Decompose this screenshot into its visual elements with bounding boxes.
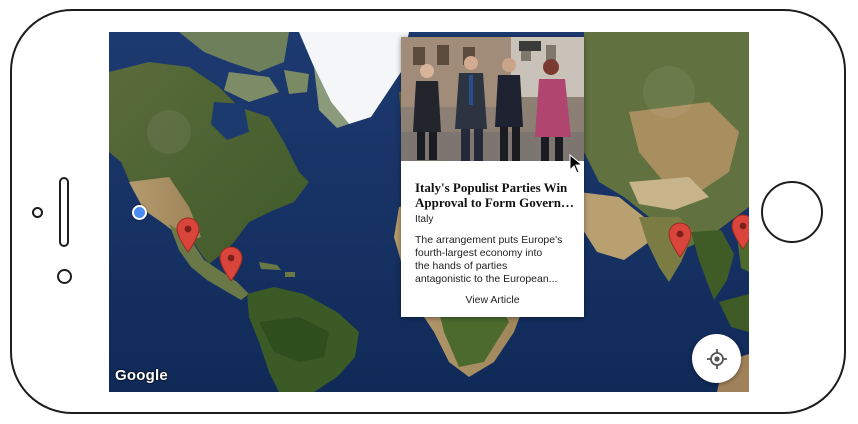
map-marker-icon[interactable] <box>668 222 692 258</box>
article-headline-line: Italy's Populist Parties Win <box>415 180 568 195</box>
article-card[interactable]: Italy's Populist Parties Win Approval to… <box>401 37 584 317</box>
google-logo: Google <box>115 367 168 384</box>
mouse-cursor-icon <box>569 154 583 174</box>
screenshot-stage: Google Italy's Populist Parties Win Appr… <box>0 0 858 424</box>
my-location-icon <box>706 348 727 369</box>
map-marker-icon[interactable] <box>731 214 749 250</box>
map-view[interactable]: Google Italy's Populist Parties Win Appr… <box>109 32 749 392</box>
phone-sensor <box>57 269 72 284</box>
article-section-label: Italy <box>415 214 434 225</box>
user-location-dot <box>132 205 147 220</box>
phone-speaker <box>59 177 69 247</box>
my-location-button[interactable] <box>692 334 741 383</box>
article-headline-line: Approval to Form Governm... <box>415 195 577 210</box>
article-summary-line: fourth-largest economy into <box>415 247 543 259</box>
map-marker-icon[interactable] <box>176 217 200 253</box>
article-headline: Italy's Populist Parties Win Approval to… <box>415 180 577 210</box>
view-article-button[interactable]: View Article <box>401 294 584 306</box>
map-marker-icon[interactable] <box>219 246 243 282</box>
phone-home-button[interactable] <box>761 181 823 243</box>
article-summary-line: The arrangement puts Europe's <box>415 234 563 246</box>
article-summary: The arrangement puts Europe's fourth-lar… <box>415 234 575 286</box>
article-summary-line: antagonistic to the European... <box>415 273 558 285</box>
article-summary-line: the hands of parties <box>415 260 508 272</box>
phone-camera <box>32 207 43 218</box>
article-photo <box>401 37 584 161</box>
